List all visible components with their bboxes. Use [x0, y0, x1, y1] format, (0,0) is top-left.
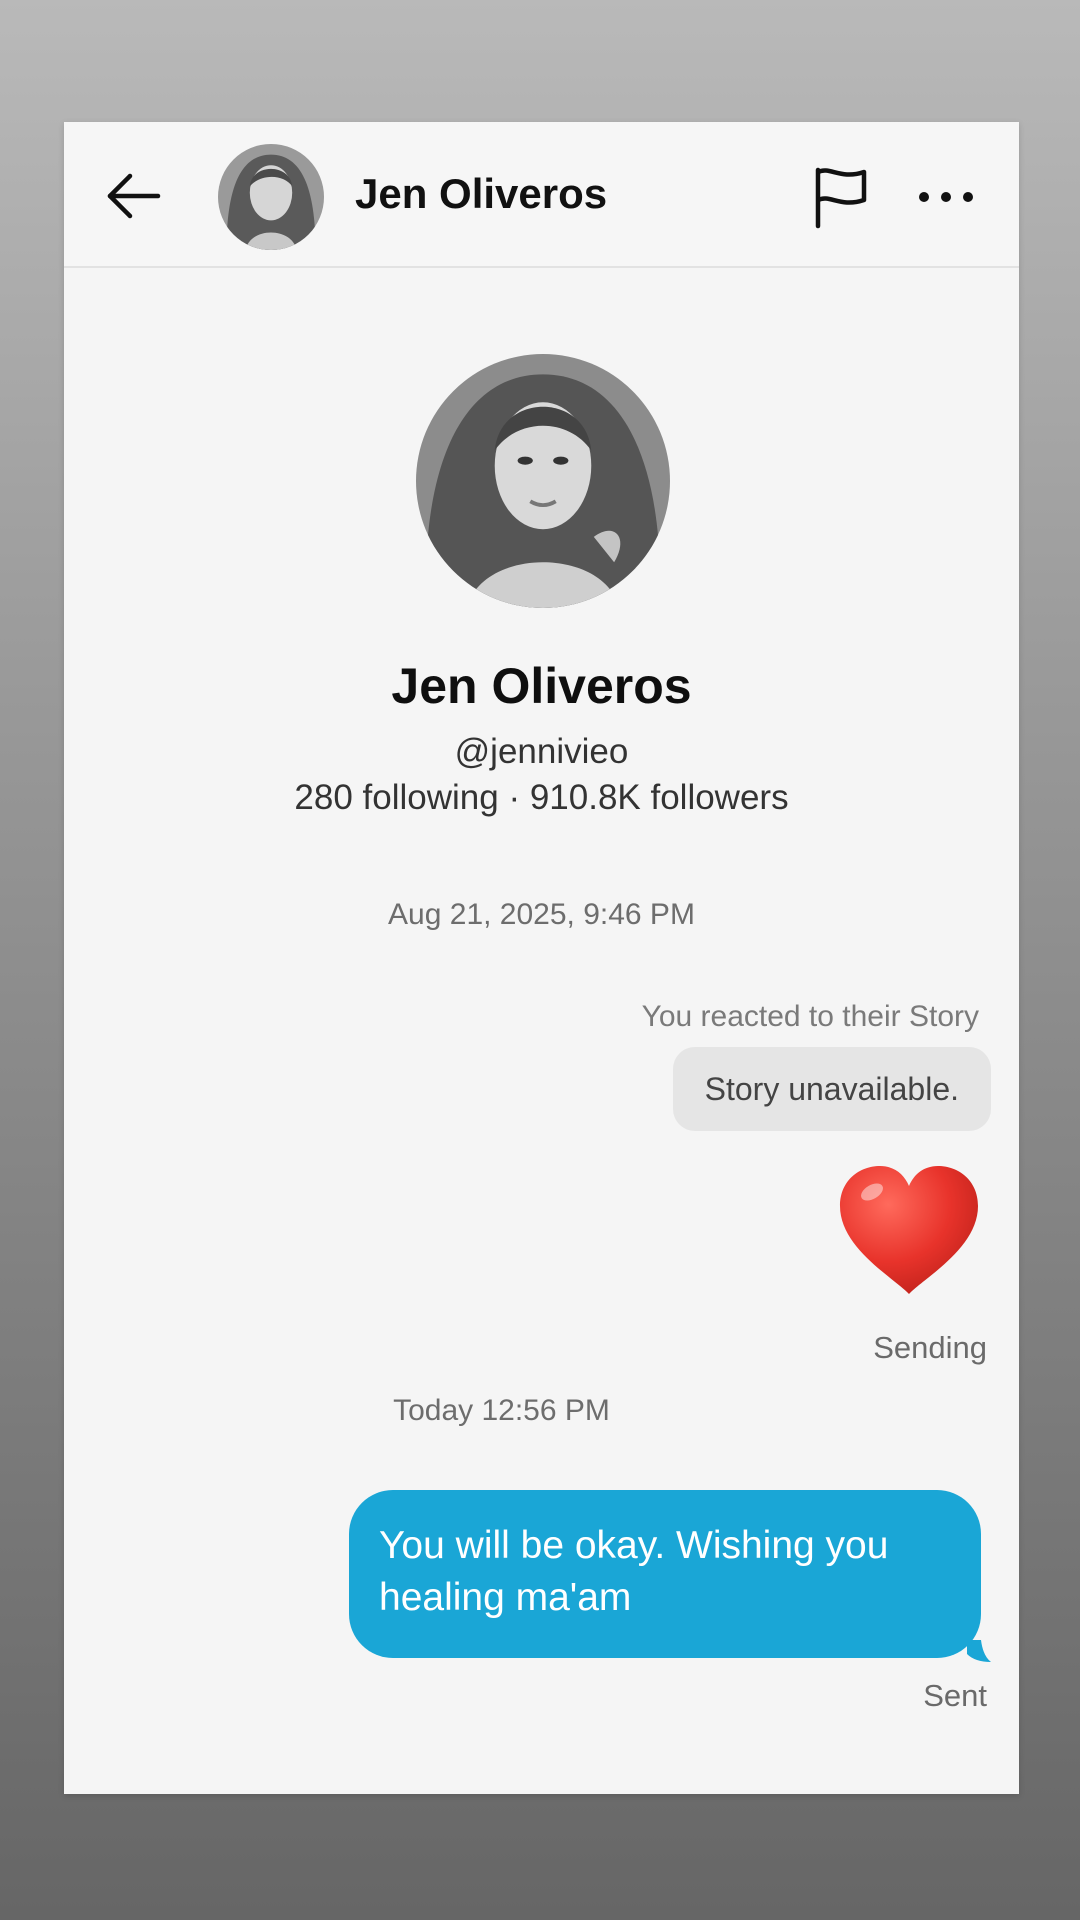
- sent-message-bubble[interactable]: You will be okay. Wishing you healing ma…: [349, 1490, 981, 1658]
- report-button[interactable]: [808, 164, 874, 230]
- arrow-left-icon: [107, 173, 161, 219]
- sent-status: Sent: [923, 1678, 987, 1713]
- back-button[interactable]: [104, 166, 164, 226]
- sending-status: Sending: [873, 1330, 987, 1365]
- message-timestamp: Aug 21, 2025, 9:46 PM: [388, 898, 695, 931]
- heart-emoji-reaction[interactable]: [834, 1162, 984, 1298]
- chat-screen: Jen Oliveros Jen Oliveros @jennivieo 280…: [64, 122, 1019, 1794]
- flag-icon: [815, 167, 867, 229]
- header-avatar[interactable]: [218, 144, 324, 250]
- story-unavailable-text: Story unavailable.: [704, 1070, 959, 1107]
- more-options-button[interactable]: [916, 180, 976, 214]
- sent-message-text: You will be okay. Wishing you healing ma…: [379, 1524, 889, 1619]
- story-reaction-label: You reacted to their Story: [641, 1000, 979, 1033]
- profile-name: Jen Oliveros: [391, 658, 692, 714]
- more-horizontal-icon: [919, 192, 973, 202]
- chat-header: Jen Oliveros: [64, 122, 1019, 268]
- profile-avatar[interactable]: [416, 354, 670, 608]
- profile-follow-stats: 280 following · 910.8K followers: [294, 778, 789, 817]
- profile-handle: @jennivieo: [454, 732, 629, 771]
- story-unavailable-bubble[interactable]: Story unavailable.: [672, 1047, 991, 1131]
- bubble-tail: [967, 1640, 991, 1662]
- message-timestamp-today: Today 12:56 PM: [393, 1394, 610, 1427]
- header-contact-name[interactable]: Jen Oliveros: [355, 170, 607, 218]
